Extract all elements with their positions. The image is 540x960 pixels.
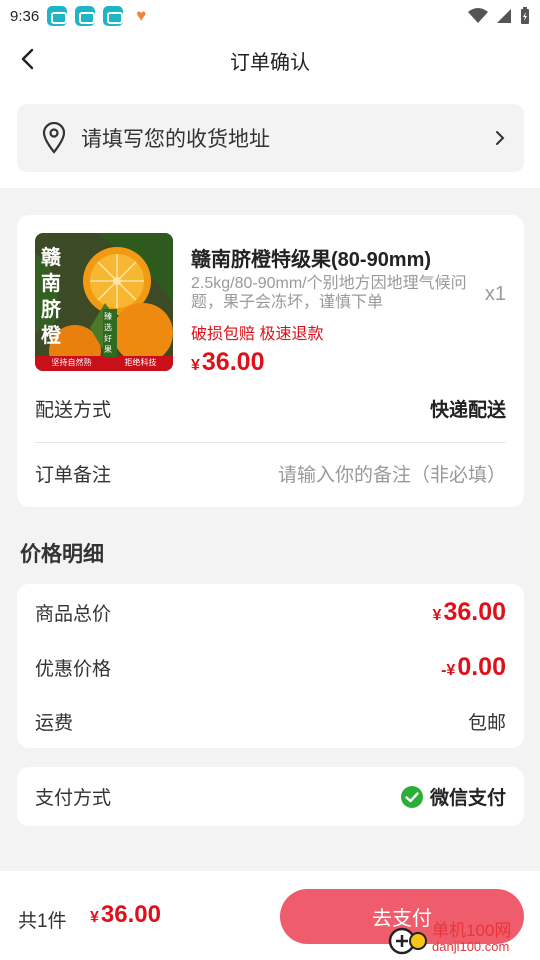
wifi-icon xyxy=(468,8,488,23)
product-price-value: 36.00 xyxy=(201,348,265,376)
total-label: 商品总价 xyxy=(35,604,112,625)
car-app-icon xyxy=(47,6,68,26)
address-placeholder: 请填写您的收货地址 xyxy=(81,128,270,151)
shipping-value: 包邮 xyxy=(467,713,506,734)
currency-symbol: ¥ xyxy=(90,909,99,926)
total-row: 商品总价 ¥36.00 xyxy=(35,598,506,627)
product-quantity: x1 xyxy=(484,283,506,305)
watermark-logo-icon xyxy=(388,927,427,955)
delivery-row[interactable]: 配送方式 快递配送 xyxy=(35,395,506,422)
chevron-right-icon xyxy=(496,131,505,145)
note-row: 订单备注 请输入你的备注（非必填） xyxy=(35,460,506,487)
product-image-banner-right: 拒绝科技 xyxy=(124,358,157,367)
watermark-line1: 单机100网 xyxy=(432,921,512,940)
total-price: ¥36.00 xyxy=(433,598,506,627)
watermark-line2: danji100.com xyxy=(432,939,510,954)
price-detail-title: 价格明细 xyxy=(20,543,104,566)
wechat-pay-icon xyxy=(400,785,423,808)
order-card: 赣南脐橙 臻选好果 坚持自然熟 拒绝科技 赣南脐橙特级果(80-90mm) 2.… xyxy=(17,215,524,507)
payment-card[interactable]: 支付方式 微信支付 xyxy=(17,767,524,826)
site-watermark: 单机100网 danji100.com xyxy=(388,918,538,960)
product-spec: 2.5kg/80-90mm/个别地方因地理气候问题，果子会冻坏，谨慎下单 xyxy=(191,275,467,311)
location-pin-icon xyxy=(42,122,66,154)
car-app-icon xyxy=(103,6,124,26)
note-input[interactable]: 请输入你的备注（非必填） xyxy=(278,460,506,487)
nav-header: 订单确认 xyxy=(0,32,540,88)
total-price-value: 36.00 xyxy=(443,598,506,626)
note-label: 订单备注 xyxy=(35,465,112,486)
status-time: 9:36 xyxy=(10,7,40,25)
price-detail-card: 商品总价 ¥36.00 优惠价格 -¥0.00 运费 包邮 xyxy=(17,584,524,748)
service-tags: 破损包赔 极速退款 xyxy=(191,326,324,343)
delivery-value: 快递配送 xyxy=(429,400,506,421)
car-app-icon xyxy=(75,6,96,26)
footer-total-value: 36.00 xyxy=(100,901,161,928)
currency-symbol: ¥ xyxy=(191,357,200,374)
product-name: 赣南脐橙特级果(80-90mm) xyxy=(191,249,432,271)
shipping-label: 运费 xyxy=(35,713,74,734)
discount-row: 优惠价格 -¥0.00 xyxy=(35,653,506,682)
discount-prefix: -¥ xyxy=(441,662,456,679)
currency-symbol: ¥ xyxy=(432,607,442,624)
discount-label: 优惠价格 xyxy=(35,659,112,680)
checkout-bar: 共1件 ¥36.00 去支付 单机100网 danji100.com xyxy=(0,871,540,960)
address-selector[interactable]: 请填写您的收货地址 xyxy=(17,104,524,172)
payment-method: 微信支付 xyxy=(400,783,506,810)
divider xyxy=(35,442,506,443)
product-image-vertical-text: 赣南脐橙 xyxy=(41,247,61,347)
product-image-banner-left: 坚持自然熟 xyxy=(51,358,92,367)
product-price: ¥36.00 xyxy=(191,348,264,377)
heart-app-icon: ♥ xyxy=(136,6,147,25)
delivery-label: 配送方式 xyxy=(35,400,112,421)
product-image[interactable]: 赣南脐橙 臻选好果 坚持自然熟 拒绝科技 xyxy=(35,233,173,371)
product-image-badge: 臻选好果 xyxy=(103,309,117,357)
footer-total: ¥36.00 xyxy=(90,901,161,929)
page-title: 订单确认 xyxy=(230,52,310,74)
shipping-row: 运费 包邮 xyxy=(35,708,506,735)
discount-price: -¥0.00 xyxy=(441,653,506,682)
discount-price-value: 0.00 xyxy=(457,653,506,681)
status-bar: 9:36 ♥ xyxy=(0,0,540,32)
battery-icon xyxy=(521,7,529,24)
payment-label: 支付方式 xyxy=(35,788,112,809)
payment-method-label: 微信支付 xyxy=(429,788,506,809)
item-count: 共1件 xyxy=(18,911,67,932)
payment-row: 支付方式 微信支付 xyxy=(35,783,506,810)
signal-icon xyxy=(497,9,511,23)
